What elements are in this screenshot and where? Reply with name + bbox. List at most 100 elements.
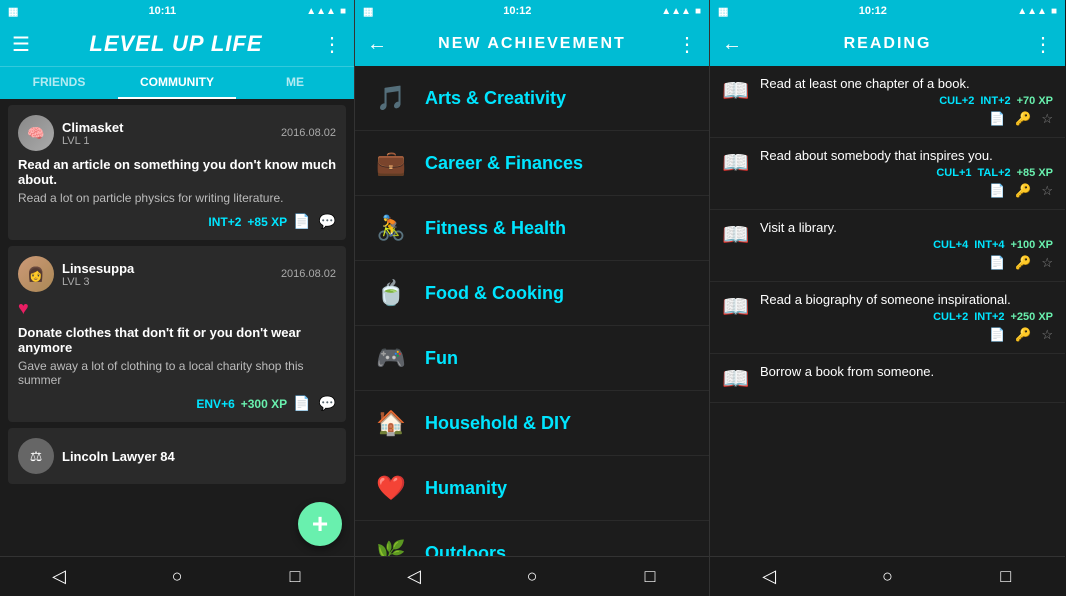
cat-name-household: Household & DIY [425, 413, 571, 434]
user-info-2: Linsesuppa LVL 3 [62, 261, 273, 288]
feed-desc-2: Gave away a lot of clothing to a local c… [18, 359, 336, 387]
cat-name-arts: Arts & Creativity [425, 88, 566, 109]
reading-item-3: 📖 Visit a library. CUL+4 INT+4 +100 XP 📄… [710, 210, 1065, 282]
reading-stats-2: CUL+1 TAL+2 +85 XP [760, 167, 1053, 179]
reading-actions-2: 📄 🔑 ☆ [760, 183, 1053, 199]
screen-title-2: NEW ACHIEVEMENT [438, 35, 626, 53]
more-icon-3[interactable]: ⋮ [1033, 32, 1053, 57]
reading-title-4: Read a biography of someone inspirationa… [760, 292, 1053, 307]
scroll-action-2[interactable]: 📄 [989, 183, 1005, 199]
cat-fun[interactable]: 🎮 Fun [355, 326, 709, 391]
stat-xp-1: +85 XP [247, 215, 287, 229]
comment-icon[interactable]: 💬 [319, 213, 336, 230]
feed-icons-2: 📄 💬 [293, 395, 336, 412]
reading-icon-3: 📖 [722, 222, 750, 248]
star-action-2[interactable]: ☆ [1041, 183, 1053, 199]
stat-xp-r4: +250 XP [1010, 311, 1053, 323]
recents-btn-1[interactable]: □ [275, 566, 315, 587]
cat-household[interactable]: 🏠 Household & DIY [355, 391, 709, 456]
recents-btn-3[interactable]: □ [986, 566, 1026, 587]
tab-me[interactable]: ME [236, 67, 354, 99]
cat-outdoors[interactable]: 🌿 Outdoors [355, 521, 709, 556]
cat-food[interactable]: 🍵 Food & Cooking [355, 261, 709, 326]
username-1: Climasket [62, 120, 273, 135]
home-btn-1[interactable]: ○ [157, 566, 197, 587]
status-right-2: ▲▲▲ ■ [661, 6, 701, 17]
feed: 🧠 Climasket LVL 1 2016.08.02 Read an art… [0, 99, 354, 556]
more-icon-2[interactable]: ⋮ [677, 32, 697, 57]
scroll-action-1[interactable]: 📄 [989, 111, 1005, 127]
reading-stats-3: CUL+4 INT+4 +100 XP [760, 239, 1053, 251]
back-btn-3[interactable]: ◁ [749, 566, 789, 587]
reading-content-1: Read at least one chapter of a book. CUL… [760, 76, 1053, 127]
stat-int-r3: INT+4 [974, 239, 1004, 251]
back-icon-2[interactable]: ← [367, 33, 387, 56]
username-3: Lincoln Lawyer 84 [62, 449, 175, 464]
status-bar-2: ▦ 10:12 ▲▲▲ ■ [355, 0, 709, 22]
stat-int-r2: TAL+2 [978, 167, 1011, 179]
key-action-2[interactable]: 🔑 [1015, 183, 1031, 199]
reading-item-2: 📖 Read about somebody that inspires you.… [710, 138, 1065, 210]
star-action-4[interactable]: ☆ [1041, 327, 1053, 343]
back-btn-2[interactable]: ◁ [394, 566, 434, 587]
status-bar-3: ▦ 10:12 ▲▲▲ ■ [710, 0, 1065, 22]
menu-icon[interactable]: ☰ [12, 32, 30, 57]
reading-content-4: Read a biography of someone inspirationa… [760, 292, 1053, 343]
cat-icon-arts: 🎵 [371, 78, 411, 118]
feed-user-2: 👩 Linsesuppa LVL 3 2016.08.02 [18, 256, 336, 292]
cat-icon-household: 🏠 [371, 403, 411, 443]
cat-name-fun: Fun [425, 348, 458, 369]
scroll-action-4[interactable]: 📄 [989, 327, 1005, 343]
reading-icon-5: 📖 [722, 366, 750, 392]
reading-stats-4: CUL+2 INT+2 +250 XP [760, 311, 1053, 323]
fab-button[interactable]: + [298, 502, 342, 546]
scroll-action-3[interactable]: 📄 [989, 255, 1005, 271]
recents-btn-2[interactable]: □ [630, 566, 670, 587]
signal-icon: ▲▲▲ [306, 6, 336, 17]
star-action-1[interactable]: ☆ [1041, 111, 1053, 127]
reading-actions-4: 📄 🔑 ☆ [760, 327, 1053, 343]
comment-icon-2[interactable]: 💬 [319, 395, 336, 412]
reading-content-5: Borrow a book from someone. [760, 364, 1053, 383]
stat-int-r1: INT+2 [980, 95, 1010, 107]
reading-actions-1: 📄 🔑 ☆ [760, 111, 1053, 127]
cat-name-humanity: Humanity [425, 478, 507, 499]
tab-friends[interactable]: FRIENDS [0, 67, 118, 99]
cat-humanity[interactable]: ❤️ Humanity [355, 456, 709, 521]
stat-cul-2: CUL+1 [936, 167, 971, 179]
header-2: ← NEW ACHIEVEMENT ⋮ [355, 22, 709, 66]
key-action-1[interactable]: 🔑 [1015, 111, 1031, 127]
cat-icon-fitness: 🚴 [371, 208, 411, 248]
screen-title-3: READING [844, 35, 932, 53]
cat-fitness[interactable]: 🚴 Fitness & Health [355, 196, 709, 261]
status-left-3: ▦ [718, 5, 728, 18]
cat-icon-fun: 🎮 [371, 338, 411, 378]
category-list: 🎵 Arts & Creativity 💼 Career & Finances … [355, 66, 709, 556]
cat-arts[interactable]: 🎵 Arts & Creativity [355, 66, 709, 131]
key-action-3[interactable]: 🔑 [1015, 255, 1031, 271]
home-btn-2[interactable]: ○ [512, 566, 552, 587]
user-level-1: LVL 1 [62, 135, 273, 147]
back-btn-1[interactable]: ◁ [39, 566, 79, 587]
status-time-1: 10:11 [149, 5, 177, 17]
stat-xp-r1: +70 XP [1017, 95, 1053, 107]
scroll-icon[interactable]: 📄 [293, 213, 310, 230]
more-icon[interactable]: ⋮ [322, 32, 342, 57]
user-level-2: LVL 3 [62, 276, 273, 288]
cat-icon-humanity: ❤️ [371, 468, 411, 508]
star-action-3[interactable]: ☆ [1041, 255, 1053, 271]
status-right-3: ▲▲▲ ■ [1017, 6, 1057, 17]
key-action-4[interactable]: 🔑 [1015, 327, 1031, 343]
scroll-icon-2[interactable]: 📄 [293, 395, 310, 412]
status-left-1: ▦ [8, 5, 18, 18]
back-icon-3[interactable]: ← [722, 33, 742, 56]
reading-item-4: 📖 Read a biography of someone inspiratio… [710, 282, 1065, 354]
reading-icon-4: 📖 [722, 294, 750, 320]
signal-icon-3: ▲▲▲ [1017, 6, 1047, 17]
heart-icon[interactable]: ♥ [18, 298, 336, 319]
cat-name-outdoors: Outdoors [425, 543, 506, 557]
stat-env-2: ENV+6 [196, 397, 234, 411]
cat-career[interactable]: 💼 Career & Finances [355, 131, 709, 196]
tab-community[interactable]: COMMUNITY [118, 67, 236, 99]
home-btn-3[interactable]: ○ [867, 566, 907, 587]
